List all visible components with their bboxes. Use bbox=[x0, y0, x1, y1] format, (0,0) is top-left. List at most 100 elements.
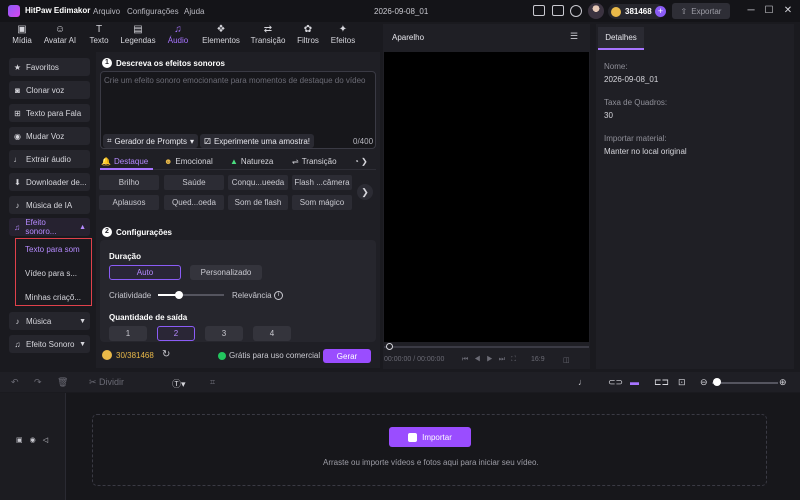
mic-icon: ♩ bbox=[13, 154, 22, 164]
mic-icon[interactable]: ♩ bbox=[578, 377, 587, 387]
sidebar-item-extrair-audio[interactable]: ♩ Extrair áudio bbox=[9, 150, 90, 168]
chips-next-button[interactable]: ❯ bbox=[357, 184, 373, 200]
sidebar-item-favoritos[interactable]: ★ Favoritos bbox=[9, 58, 90, 76]
sidebar-item-mudar-voz[interactable]: ◉ Mudar Voz bbox=[9, 127, 90, 145]
sidebar-item-clonar-voz[interactable]: ◙ Clonar voz bbox=[9, 81, 90, 99]
menu-icon[interactable]: ☰ bbox=[570, 31, 578, 42]
bell-icon: 🔔 bbox=[101, 157, 111, 166]
menu-ajuda[interactable]: Ajuda bbox=[184, 7, 204, 16]
add-credits-button[interactable]: + bbox=[655, 6, 666, 17]
playback-track[interactable] bbox=[384, 346, 589, 348]
preview-screen bbox=[384, 52, 589, 342]
track-controls[interactable]: ▣◉◁ bbox=[16, 436, 55, 444]
crop-icon[interactable]: ⌗ bbox=[210, 377, 215, 388]
tab-midia[interactable]: ▣ Mídia bbox=[2, 24, 42, 50]
category-transicao[interactable]: ⇌ Transição bbox=[292, 157, 337, 166]
menu-arquivo[interactable]: Arquivo bbox=[93, 7, 120, 16]
chip-aplausos[interactable]: Aplausos bbox=[99, 195, 159, 210]
drop-hint: Arraste ou importe vídeos e fotos aqui p… bbox=[323, 458, 539, 467]
tab-avatar-ai[interactable]: ☺ Avatar AI bbox=[40, 24, 80, 50]
chip-saude[interactable]: Saúde bbox=[164, 175, 224, 190]
sidebar-item-texto-para-fala[interactable]: ⊞ Texto para Fala bbox=[9, 104, 90, 122]
tab-elementos[interactable]: ❖ Elementos bbox=[199, 24, 243, 50]
import-value: Manter no local original bbox=[604, 147, 687, 156]
submenu-texto-para-som[interactable]: Texto para som bbox=[25, 245, 80, 254]
split-icon[interactable]: ⊏⊐ bbox=[654, 377, 669, 388]
drop-zone[interactable] bbox=[92, 414, 767, 486]
undo-icon[interactable]: ↶ bbox=[11, 377, 19, 388]
tab-legendas[interactable]: ▤ Legendas bbox=[118, 24, 158, 50]
sound-icon: ♫ bbox=[14, 339, 21, 349]
dice-icon: ⚂ bbox=[204, 136, 211, 146]
chip-brilho[interactable]: Brilho bbox=[99, 175, 159, 190]
fit-icon[interactable]: ⊡ bbox=[678, 377, 686, 388]
star-icon: ★ bbox=[13, 62, 22, 72]
commercial-note: Grátis para uso comercial bbox=[218, 351, 320, 360]
sidebar-item-musica[interactable]: ♪ Música ▼ bbox=[9, 312, 90, 330]
refresh-icon[interactable]: ↻ bbox=[162, 349, 170, 360]
tab-detalhes[interactable]: Detalhes bbox=[598, 27, 644, 50]
tab-efeitos[interactable]: ✦ Efeitos bbox=[323, 24, 363, 50]
creativity-slider-handle[interactable] bbox=[175, 291, 183, 299]
tab-audio[interactable]: ♫ Áudio bbox=[158, 24, 198, 50]
chevron-down-icon: ▼ bbox=[79, 340, 86, 348]
category-destaque[interactable]: 🔔 Destaque bbox=[101, 157, 148, 166]
feedback-icon[interactable] bbox=[552, 5, 564, 16]
import-label: Importar material: bbox=[604, 134, 667, 143]
tab-filtros[interactable]: ✿ Filtros bbox=[288, 24, 328, 50]
sidebar-item-downloader[interactable]: ⬇ Downloader de... bbox=[9, 173, 90, 191]
zoom-out-icon[interactable]: ⊖ bbox=[700, 377, 708, 388]
submenu-video-para-som[interactable]: Vídeo para s... bbox=[25, 269, 77, 278]
close-button[interactable]: ✕ bbox=[782, 5, 794, 17]
chip-som-magico[interactable]: Som mágico bbox=[292, 195, 352, 210]
aspect-ratio[interactable]: 16:9 bbox=[531, 356, 545, 363]
try-sample-button[interactable]: ⚂ Experimente uma amostra! bbox=[200, 134, 314, 148]
sidebar-item-efeito-sonoro-ai[interactable]: ♫ Efeito sonoro... ▲ bbox=[9, 218, 90, 236]
project-title: 2026-09-08_01 bbox=[374, 7, 429, 16]
playhead[interactable] bbox=[386, 343, 393, 350]
download-icon[interactable] bbox=[570, 5, 582, 17]
maximize-button[interactable]: ☐ bbox=[763, 5, 775, 17]
qty-4[interactable]: 4 bbox=[253, 326, 291, 341]
tab-texto[interactable]: T Texto bbox=[79, 24, 119, 50]
redo-icon[interactable]: ↷ bbox=[34, 377, 42, 388]
prompt-generator-button[interactable]: ⌗ Gerador de Prompts ▾ bbox=[103, 134, 199, 148]
tab-transicao[interactable]: ⇄ Transição bbox=[247, 24, 289, 50]
chip-conquista[interactable]: Conqu...ueeda bbox=[228, 175, 288, 190]
category-more-icon[interactable]: ◔ ❯ bbox=[354, 157, 368, 166]
submenu-minhas-criacoes[interactable]: Minhas criaçõ... bbox=[25, 293, 81, 302]
duration-auto[interactable]: Auto bbox=[109, 265, 181, 280]
export-button[interactable]: ⇧ Exportar bbox=[672, 3, 730, 19]
chip-queda-moeda[interactable]: Qued...oeda bbox=[164, 195, 224, 210]
chip-flash-camera[interactable]: Flash ...câmera bbox=[292, 175, 352, 190]
info-icon[interactable]: i bbox=[274, 291, 283, 300]
link-icon[interactable]: ⊂⊃ bbox=[608, 377, 623, 388]
layout-icon[interactable] bbox=[533, 5, 545, 16]
zoom-slider-handle[interactable] bbox=[713, 378, 721, 386]
delete-icon[interactable]: 🗑 bbox=[57, 377, 68, 388]
duration-label: Duração bbox=[109, 252, 142, 261]
name-value: 2026-09-08_01 bbox=[604, 75, 659, 84]
qty-2[interactable]: 2 bbox=[157, 326, 195, 341]
import-button[interactable]: Importar bbox=[389, 427, 471, 447]
category-emocional[interactable]: ☻ Emocional bbox=[164, 157, 213, 166]
zoom-in-icon[interactable]: ⊕ bbox=[779, 377, 787, 388]
text-tool-icon[interactable]: Ⓣ▾ bbox=[172, 377, 186, 390]
text-icon: T bbox=[95, 24, 103, 35]
duration-custom[interactable]: Personalizado bbox=[190, 265, 262, 280]
generate-button[interactable]: Gerar bbox=[323, 349, 371, 363]
snapshot-icon[interactable]: ◫ bbox=[563, 356, 570, 364]
zoom-slider-track[interactable] bbox=[712, 382, 778, 384]
chip-som-flash[interactable]: Som de flash bbox=[228, 195, 288, 210]
avatar[interactable] bbox=[588, 3, 604, 19]
playback-controls[interactable]: ⏮◀▶⏭⛶ bbox=[462, 356, 522, 364]
sidebar-item-efeito-sonoro[interactable]: ♫ Efeito Sonoro ▼ bbox=[9, 335, 90, 353]
qty-1[interactable]: 1 bbox=[109, 326, 147, 341]
category-natureza[interactable]: ▲ Natureza bbox=[230, 157, 273, 166]
minimize-button[interactable]: ─ bbox=[745, 5, 757, 17]
sidebar-item-musica-ia[interactable]: ♪ Música de IA bbox=[9, 196, 90, 214]
magnet-icon[interactable]: ▬ bbox=[630, 377, 639, 387]
qty-3[interactable]: 3 bbox=[205, 326, 243, 341]
menu-configuracoes[interactable]: Configurações bbox=[127, 7, 179, 16]
divide-button[interactable]: ✂ Dividir bbox=[89, 377, 124, 388]
